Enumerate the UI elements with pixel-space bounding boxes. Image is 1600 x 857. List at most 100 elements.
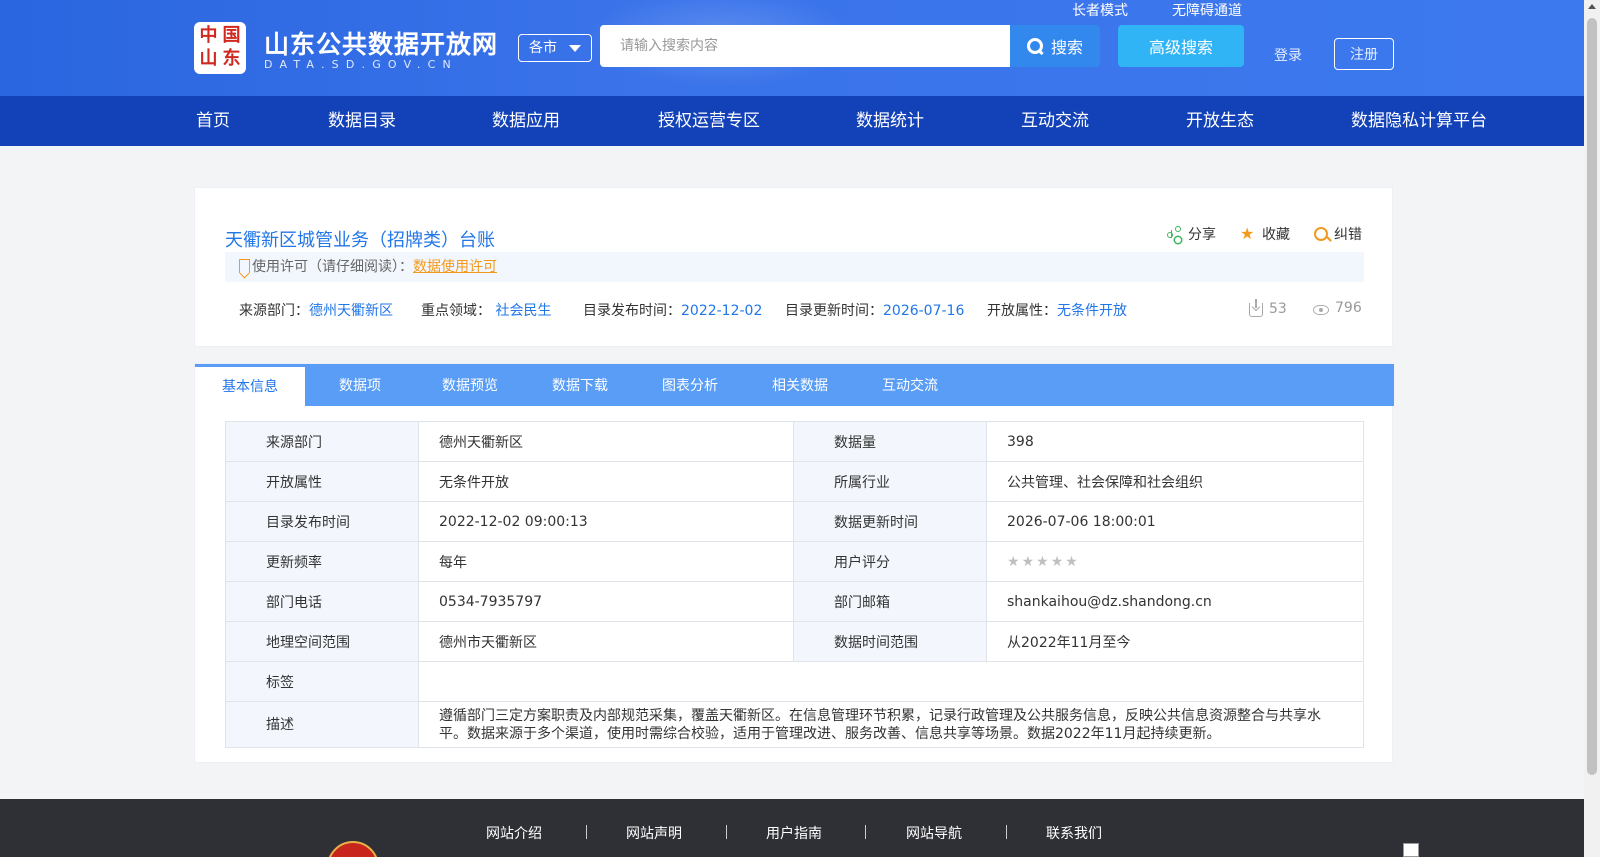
- search-button-label: 搜索: [1050, 38, 1083, 57]
- nav-catalog[interactable]: 数据目录: [328, 96, 396, 146]
- site-footer: 网站介绍 网站声明 用户指南 网站导航 联系我们: [0, 799, 1584, 857]
- elder-mode-link[interactable]: 长者模式: [1072, 0, 1128, 20]
- tab-interaction[interactable]: 互动交流: [855, 364, 965, 406]
- table-row: 标签: [225, 661, 1364, 702]
- meta-source-value[interactable]: 德州天衢新区: [309, 303, 393, 319]
- footer-link-contact[interactable]: 联系我们: [1046, 823, 1102, 843]
- dataset-header-card: 天衢新区城管业务（招牌类）台账 分享 ★ 收藏 纠错 使用许可（请仔细阅读）：数…: [194, 187, 1393, 347]
- info-key: 部门邮箱: [793, 581, 987, 622]
- favorite-button[interactable]: ★ 收藏: [1240, 224, 1290, 244]
- logo-seal-char: 国: [222, 25, 241, 46]
- info-value: 0534-7935797: [418, 581, 794, 622]
- info-key: 来源部门: [225, 421, 419, 462]
- broken-image-icon: [1403, 843, 1419, 857]
- star-icon[interactable]: ★: [1022, 554, 1035, 570]
- info-key: 描述: [225, 701, 419, 748]
- page-scrollbar[interactable]: [1584, 0, 1600, 857]
- search-button[interactable]: 搜索: [1010, 25, 1100, 67]
- info-value: 2022-12-02 09:00:13: [418, 501, 794, 542]
- logo-seal-char: 山: [199, 48, 218, 69]
- info-value: 公共管理、社会保障和社会组织: [986, 461, 1364, 502]
- info-key: 数据更新时间: [793, 501, 987, 542]
- tab-basic-info[interactable]: 基本信息: [195, 364, 305, 406]
- star-icon[interactable]: ★: [1007, 554, 1020, 570]
- info-value: 德州市天衢新区: [418, 621, 794, 662]
- meta-source: 来源部门：德州天衢新区: [239, 300, 393, 320]
- meta-publish-label: 目录发布时间：: [583, 303, 681, 319]
- dataset-actions: 分享 ★ 收藏 纠错: [1166, 224, 1362, 244]
- search-icon: [1026, 38, 1043, 54]
- detail-tabs: 基本信息 数据项 数据预览 数据下载 图表分析 相关数据 互动交流: [195, 364, 1394, 406]
- meta-publish: 目录发布时间：2022-12-02: [583, 300, 762, 320]
- emblem-logo: [327, 841, 379, 857]
- report-error-button[interactable]: 纠错: [1314, 224, 1362, 244]
- table-row: 地理空间范围 德州市天衢新区 数据时间范围 从2022年11月至今: [225, 621, 1364, 662]
- tab-data-download[interactable]: 数据下载: [525, 364, 635, 406]
- info-key: 更新频率: [225, 541, 419, 582]
- nav-statistics[interactable]: 数据统计: [856, 96, 924, 146]
- meta-update-label: 目录更新时间：: [785, 303, 883, 319]
- site-domain: DATA.SD.GOV.CN: [264, 58, 458, 71]
- nav-applications[interactable]: 数据应用: [492, 96, 560, 146]
- user-rating[interactable]: ★ ★ ★ ★ ★: [986, 541, 1364, 582]
- info-value: shankaihou@dz.shandong.cn: [986, 581, 1364, 622]
- site-title[interactable]: 山东公共数据开放网: [264, 25, 498, 61]
- meta-domain-value[interactable]: 社会民生: [495, 303, 551, 319]
- nav-privacy-computing[interactable]: 数据隐私计算平台: [1351, 96, 1487, 146]
- table-row: 更新频率 每年 用户评分 ★ ★ ★ ★ ★: [225, 541, 1364, 582]
- info-value: 398: [986, 421, 1364, 462]
- info-key: 标签: [225, 661, 419, 702]
- rating-stars[interactable]: ★ ★ ★ ★ ★: [1007, 554, 1080, 570]
- license-link[interactable]: 数据使用许可: [413, 259, 497, 275]
- footer-divider: [726, 825, 727, 839]
- footer-divider: [865, 825, 866, 839]
- info-key: 数据量: [793, 421, 987, 462]
- footer-divider: [1006, 825, 1007, 839]
- login-link[interactable]: 登录: [1274, 45, 1302, 65]
- logo-seal-char: 中: [199, 25, 218, 46]
- tab-data-items[interactable]: 数据项: [305, 364, 415, 406]
- share-button[interactable]: 分享: [1166, 224, 1216, 244]
- city-select-value: 各市: [529, 40, 557, 56]
- star-icon[interactable]: ★: [1036, 554, 1049, 570]
- meta-source-label: 来源部门：: [239, 303, 309, 319]
- bookmark-icon: [239, 259, 250, 273]
- star-icon[interactable]: ★: [1051, 554, 1064, 570]
- advanced-search-button[interactable]: 高级搜索: [1118, 25, 1244, 67]
- info-key: 开放属性: [225, 461, 419, 502]
- nav-home[interactable]: 首页: [196, 96, 230, 146]
- logo-seal[interactable]: 中 国 山 东: [194, 22, 246, 74]
- footer-link-about[interactable]: 网站介绍: [486, 823, 542, 843]
- nav-authorized-operation[interactable]: 授权运营专区: [658, 96, 760, 146]
- meta-update-value: 2026-07-16: [883, 303, 965, 319]
- caret-down-icon: [569, 45, 581, 52]
- tab-chart-analysis[interactable]: 图表分析: [635, 364, 745, 406]
- info-key: 目录发布时间: [225, 501, 419, 542]
- scroll-up-icon[interactable]: [1588, 4, 1596, 9]
- city-select[interactable]: 各市: [518, 34, 592, 62]
- nav-interaction[interactable]: 互动交流: [1021, 96, 1089, 146]
- tab-data-preview[interactable]: 数据预览: [415, 364, 525, 406]
- report-label: 纠错: [1334, 227, 1362, 243]
- star-icon[interactable]: ★: [1065, 554, 1078, 570]
- meta-update: 目录更新时间：2026-07-16: [785, 300, 964, 320]
- scroll-thumb[interactable]: [1587, 18, 1597, 775]
- footer-link-statement[interactable]: 网站声明: [626, 823, 682, 843]
- search-input[interactable]: [600, 25, 1010, 67]
- info-value: 2026-07-06 18:00:01: [986, 501, 1364, 542]
- site-header: 中 国 山 东 山东公共数据开放网 DATA.SD.GOV.CN 各市 搜索 高…: [0, 0, 1584, 96]
- accessibility-link[interactable]: 无障碍通道: [1172, 0, 1242, 20]
- meta-open-value: 无条件开放: [1057, 303, 1127, 319]
- logo-seal-char: 东: [222, 48, 241, 69]
- meta-domain: 重点领域： 社会民生: [421, 300, 551, 320]
- tags-value: [418, 661, 1364, 702]
- star-icon: ★: [1240, 224, 1255, 243]
- meta-open-label: 开放属性：: [987, 303, 1057, 319]
- favorite-label: 收藏: [1262, 227, 1290, 243]
- register-button[interactable]: 注册: [1334, 38, 1394, 70]
- footer-link-guide[interactable]: 用户指南: [766, 823, 822, 843]
- basic-info-table: 来源部门 德州天衢新区 数据量 398 开放属性 无条件开放 所属行业 公共管理…: [225, 421, 1364, 748]
- footer-link-sitemap[interactable]: 网站导航: [906, 823, 962, 843]
- nav-ecosystem[interactable]: 开放生态: [1186, 96, 1254, 146]
- tab-related-data[interactable]: 相关数据: [745, 364, 855, 406]
